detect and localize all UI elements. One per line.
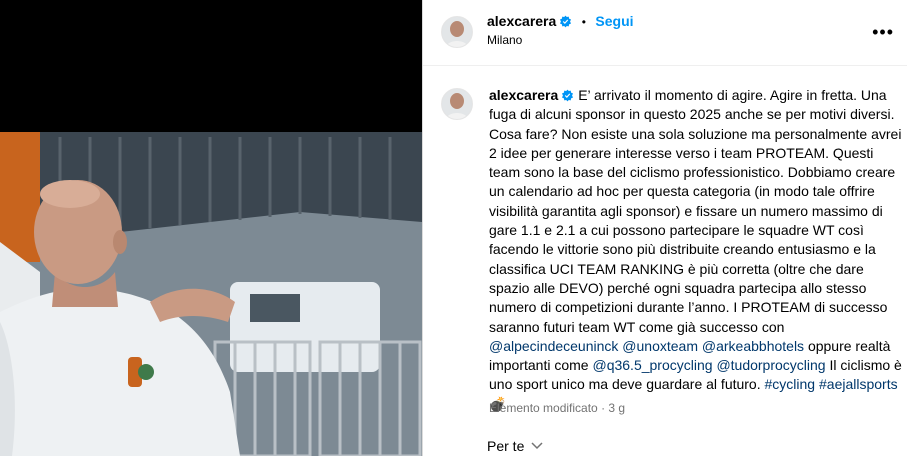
for-you-dropdown[interactable]: Per te xyxy=(487,438,543,454)
caption-meta: Elemento modificato · 3 g xyxy=(489,401,625,415)
for-you-label: Per te xyxy=(487,438,525,454)
caption-text-1: E’ arrivato il momento di agire. Agire i… xyxy=(489,87,902,335)
hashtag-link[interactable]: #cycling xyxy=(765,376,816,392)
author-avatar[interactable] xyxy=(441,16,473,48)
post-header: alexcarera • Segui Milano ••• xyxy=(423,0,907,66)
caption-username[interactable]: alexcarera xyxy=(489,87,558,103)
follow-button[interactable]: Segui xyxy=(595,13,633,29)
post-media[interactable] xyxy=(0,0,422,456)
mention-link[interactable]: @alpecindeceuninck xyxy=(489,338,618,354)
post-photo xyxy=(0,132,422,456)
mention-link[interactable]: @q36.5_procycling xyxy=(592,357,712,373)
photo-illustration xyxy=(0,132,422,456)
hashtag-link[interactable]: #aejallsports xyxy=(819,376,898,392)
verified-badge-icon xyxy=(560,15,572,28)
header-separator: • xyxy=(581,15,586,29)
more-options-icon[interactable]: ••• xyxy=(872,22,894,43)
verified-badge-icon xyxy=(562,89,574,102)
mention-link[interactable]: @tudorprocycling xyxy=(716,357,825,373)
edited-label: Elemento modificato xyxy=(489,401,598,415)
meta-dot: · xyxy=(601,401,606,415)
caption-avatar[interactable] xyxy=(441,88,473,120)
mention-link[interactable]: @unoxteam xyxy=(622,338,698,354)
post-age[interactable]: 3 g xyxy=(608,401,625,415)
post-caption: alexcarera E’ arrivato il momento di agi… xyxy=(489,86,907,414)
post-side-panel: alexcarera • Segui Milano ••• alexcarera… xyxy=(422,0,907,456)
avatar-image xyxy=(442,89,472,119)
mention-link[interactable]: @arkeabbhotels xyxy=(702,338,804,354)
chevron-down-icon xyxy=(531,442,543,450)
header-username[interactable]: alexcarera xyxy=(487,13,556,29)
post-location[interactable]: Milano xyxy=(487,33,522,47)
avatar-image xyxy=(442,17,472,47)
